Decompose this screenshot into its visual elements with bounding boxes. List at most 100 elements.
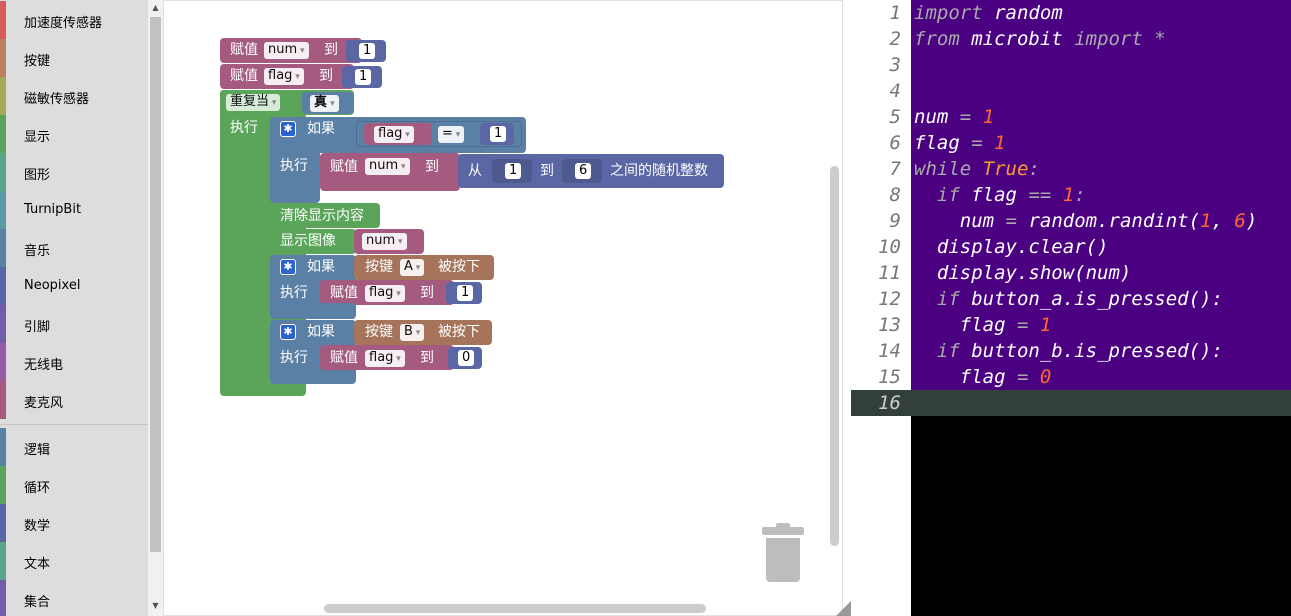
number-value[interactable]: 1 <box>505 163 522 179</box>
category-math[interactable]: 数学 <box>0 504 148 542</box>
gear-icon[interactable]: ✱ <box>280 121 296 137</box>
number-value[interactable]: 1 <box>490 126 507 142</box>
code-line-9: num = random.randint(1, 6) <box>959 210 1258 232</box>
code-line-2: from microbit import * <box>914 28 1166 50</box>
to-label: 到 <box>324 42 338 58</box>
operator-dropdown[interactable]: = <box>438 126 465 143</box>
category-button[interactable]: 按键 <box>0 39 148 77</box>
line-number: 1 <box>889 2 901 24</box>
variable-dropdown-flag[interactable]: flag <box>365 285 405 302</box>
scroll-down-arrow-icon[interactable]: ▼ <box>148 600 163 612</box>
category-color-bar <box>0 229 6 267</box>
category-radio[interactable]: 无线电 <box>0 343 148 381</box>
number-value[interactable]: 1 <box>359 43 376 59</box>
category-label: 循环 <box>24 481 51 496</box>
boolean-dropdown[interactable]: 真 <box>310 95 339 112</box>
clear-label: 清除显示内容 <box>280 208 364 224</box>
category-label: 显示 <box>24 130 51 145</box>
category-color-bar <box>0 381 6 419</box>
category-music[interactable]: 音乐 <box>0 229 148 267</box>
number-block[interactable]: 1 <box>446 282 482 304</box>
pressed-label: 被按下 <box>438 259 480 275</box>
if-label: 如果 <box>307 324 335 340</box>
category-label: TurnipBit <box>24 202 82 217</box>
category-neopixel[interactable]: Neopixel <box>0 267 148 305</box>
code-line-5: num = 1 <box>914 106 995 128</box>
category-label: 麦克风 <box>24 396 64 411</box>
line-number-gutter: 1 2 3 4 5 6 7 8 9 10 11 12 13 14 15 16 <box>851 0 911 616</box>
number-value[interactable]: 0 <box>458 350 475 366</box>
resize-handle-icon[interactable] <box>836 600 852 616</box>
code-line-13: flag = 1 <box>959 314 1052 336</box>
number-block[interactable]: 6 <box>562 159 602 183</box>
do-label: 执行 <box>230 120 258 136</box>
python-code-editor[interactable]: import random from microbit import * num… <box>911 0 1291 616</box>
category-display[interactable]: 显示 <box>0 115 148 153</box>
number-block[interactable]: 1 <box>346 40 386 62</box>
toolbox-scrollbar[interactable]: ▲ ▼ <box>148 0 163 616</box>
set-label: 赋值 <box>330 285 358 301</box>
button-dropdown[interactable]: B <box>400 324 425 341</box>
category-label: 逻辑 <box>24 443 51 458</box>
number-value[interactable]: 1 <box>355 69 372 85</box>
toolbox-scroll-thumb[interactable] <box>150 17 161 552</box>
category-color-bar <box>0 542 6 580</box>
number-value[interactable]: 6 <box>575 163 592 179</box>
blocks-workspace[interactable]: 赋值 num 到 1 赋值 flag 到 1 重复当 真 执行 ✱ 如果 fla… <box>163 0 843 616</box>
category-color-bar <box>0 466 6 504</box>
line-number: 10 <box>878 236 901 258</box>
line-number: 14 <box>878 340 901 362</box>
category-turnipbit[interactable]: TurnipBit <box>0 191 148 229</box>
line-number: 7 <box>889 158 901 180</box>
category-logic[interactable]: 逻辑 <box>0 428 148 466</box>
category-pins[interactable]: 引脚 <box>0 305 148 343</box>
variable-dropdown-num[interactable]: num <box>264 42 309 59</box>
number-block[interactable]: 1 <box>492 159 532 183</box>
category-label: 磁敏传感器 <box>24 92 90 107</box>
button-dropdown[interactable]: A <box>400 259 425 276</box>
number-block[interactable]: 1 <box>342 66 382 88</box>
category-lists[interactable]: 集合 <box>0 580 148 616</box>
variable-dropdown-flag[interactable]: flag <box>374 126 414 143</box>
trash-lid <box>762 527 804 535</box>
gear-icon[interactable]: ✱ <box>280 324 296 340</box>
code-line-10: display.clear() <box>936 236 1109 258</box>
trash-icon[interactable] <box>762 523 804 583</box>
category-microphone[interactable]: 麦克风 <box>0 381 148 419</box>
category-color-bar <box>0 1 6 39</box>
category-color-bar <box>0 343 6 381</box>
line-number: 5 <box>889 106 901 128</box>
variable-dropdown-flag[interactable]: flag <box>264 68 304 85</box>
set-label: 赋值 <box>230 68 258 84</box>
line-number: 6 <box>889 132 901 154</box>
category-label: 引脚 <box>24 320 51 335</box>
trash-can-body <box>766 538 800 582</box>
variable-dropdown-num[interactable]: num <box>362 233 407 250</box>
category-accelerometer[interactable]: 加速度传感器 <box>0 1 148 39</box>
gear-icon[interactable]: ✱ <box>280 259 296 275</box>
category-color-bar <box>0 267 6 305</box>
variable-dropdown-flag[interactable]: flag <box>365 350 405 367</box>
category-color-bar <box>0 153 6 191</box>
category-text[interactable]: 文本 <box>0 542 148 580</box>
scroll-up-arrow-icon[interactable]: ▲ <box>148 2 163 14</box>
do-label: 执行 <box>280 285 308 301</box>
workspace-vertical-scrollbar[interactable] <box>830 166 839 546</box>
line-number: 13 <box>878 314 901 336</box>
category-color-bar <box>0 77 6 115</box>
category-color-bar <box>0 39 6 77</box>
category-color-bar <box>0 115 6 153</box>
repeat-mode-dropdown[interactable]: 重复当 <box>226 94 281 111</box>
variable-dropdown-num[interactable]: num <box>365 158 410 175</box>
category-loops[interactable]: 循环 <box>0 466 148 504</box>
category-compass[interactable]: 磁敏传感器 <box>0 77 148 115</box>
category-color-bar <box>0 191 6 229</box>
number-block[interactable]: 0 <box>448 347 482 369</box>
if-block-footer <box>270 303 356 319</box>
workspace-horizontal-scrollbar[interactable] <box>324 604 706 613</box>
number-value[interactable]: 1 <box>457 285 474 301</box>
set-label: 赋值 <box>230 42 258 58</box>
category-image[interactable]: 图形 <box>0 153 148 191</box>
line-number: 11 <box>878 262 901 284</box>
number-block[interactable]: 1 <box>480 123 514 145</box>
